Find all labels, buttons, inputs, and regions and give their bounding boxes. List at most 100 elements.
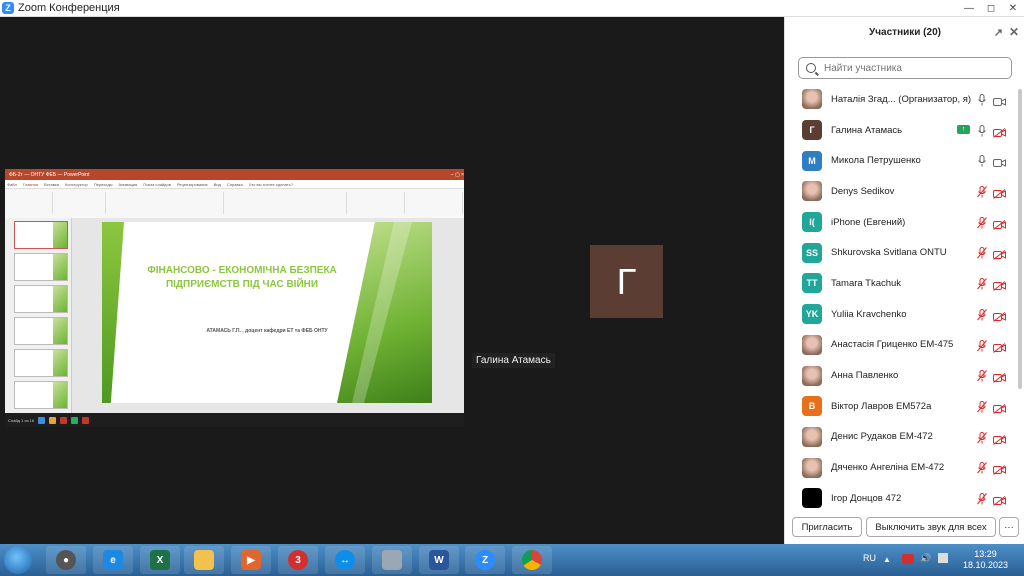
- close-panel-icon[interactable]: ✕: [1009, 25, 1019, 39]
- mic-muted-icon[interactable]: [977, 216, 987, 229]
- taskbar-app-calculator[interactable]: [372, 546, 412, 574]
- camera-off-icon[interactable]: [993, 370, 1006, 384]
- mic-muted-icon[interactable]: [977, 246, 987, 259]
- network-icon[interactable]: [938, 553, 948, 563]
- ppt-tab[interactable]: Конструктор: [65, 182, 88, 187]
- camera-off-icon[interactable]: [993, 432, 1006, 445]
- mic-icon[interactable]: [977, 93, 987, 106]
- participant-row[interactable]: Дяченко Ангеліна ЕМ-472: [785, 452, 1017, 483]
- camera-off-icon[interactable]: [993, 340, 1006, 353]
- camera-off-icon[interactable]: [993, 217, 1006, 230]
- participant-name: Наталія Згад... (Организатор, я): [831, 93, 972, 105]
- participant-row[interactable]: Denys Sedikov: [785, 176, 1017, 207]
- camera-off-icon[interactable]: [993, 278, 1006, 292]
- participant-name: Микола Петрушенко: [831, 155, 921, 167]
- language-indicator[interactable]: RU: [863, 553, 876, 563]
- slide-thumbnail[interactable]: [14, 285, 68, 313]
- participant-name: Денис Рудаков ЕМ-472: [831, 431, 933, 443]
- speaker-avatar-tile[interactable]: Г: [590, 245, 663, 318]
- participant-row[interactable]: Наталія Згад... (Организатор, я): [785, 84, 1017, 115]
- camera-off-icon[interactable]: [993, 401, 1006, 414]
- participant-row[interactable]: SS Shkurovska Svitlana ONTU: [785, 237, 1017, 268]
- ppt-tab[interactable]: Рецензирование: [177, 182, 208, 187]
- participant-row[interactable]: Ігор Донцов 472: [785, 483, 1017, 514]
- taskbar-app-teamviewer[interactable]: ↔: [325, 546, 365, 574]
- ppt-tab[interactable]: Переходы: [94, 182, 113, 187]
- more-options-button[interactable]: ···: [999, 517, 1019, 537]
- invite-button[interactable]: Пригласить: [792, 517, 862, 537]
- slide-thumbnail[interactable]: [14, 221, 68, 249]
- taskbar-app-media[interactable]: ●: [46, 546, 86, 574]
- participant-search[interactable]: [798, 57, 1012, 79]
- taskbar-app-chrome[interactable]: [512, 546, 552, 574]
- slide-thumbnails: [5, 218, 72, 413]
- camera-off-icon[interactable]: [993, 125, 1006, 138]
- participant-row[interactable]: Анна Павленко: [785, 360, 1017, 391]
- participant-avatar: [802, 89, 822, 110]
- pop-out-icon[interactable]: ↗: [994, 26, 1003, 39]
- slide-thumbnail[interactable]: [14, 253, 68, 281]
- taskbar-app-player[interactable]: ▶: [231, 546, 271, 574]
- ppt-tab[interactable]: Что вы хотите сделать?: [249, 182, 293, 187]
- participant-row[interactable]: M Микола Петрушенко: [785, 145, 1017, 176]
- minimize-button[interactable]: —: [958, 0, 980, 16]
- taskbar-app-word[interactable]: W: [419, 546, 459, 574]
- search-input[interactable]: [822, 61, 996, 75]
- camera-off-icon[interactable]: [993, 309, 1006, 322]
- ppt-tab[interactable]: Главная: [23, 182, 38, 187]
- taskbar-app-explorer[interactable]: [184, 546, 224, 574]
- taskbar-app-3[interactable]: 3: [278, 546, 318, 574]
- mic-muted-icon[interactable]: [977, 339, 987, 351]
- camera-off-icon[interactable]: [993, 186, 1006, 199]
- slide-thumbnail[interactable]: [14, 349, 68, 377]
- taskbar-app-excel[interactable]: X: [140, 546, 180, 574]
- participant-avatar: [802, 426, 822, 447]
- tray-expand-icon[interactable]: ▲: [883, 555, 891, 564]
- taskbar-app-ie[interactable]: e: [93, 546, 133, 574]
- participant-row[interactable]: B Віктор Лавров ЕМ572а: [785, 391, 1017, 422]
- system-clock[interactable]: 13:29 18.10.2023: [963, 549, 1008, 571]
- ppt-tab[interactable]: Справка: [227, 182, 243, 187]
- participant-name: Denys Sedikov: [831, 185, 895, 197]
- participant-row[interactable]: Денис Рудаков ЕМ-472: [785, 422, 1017, 453]
- participant-name: Галина Атамась: [831, 124, 903, 136]
- participant-row[interactable]: YK Yuliia Kravchenko: [785, 299, 1017, 330]
- ppt-tab[interactable]: Файл: [7, 182, 17, 187]
- mic-muted-icon[interactable]: [977, 277, 987, 290]
- tray-app-icon[interactable]: [902, 554, 914, 564]
- ppt-tab[interactable]: Анимация: [119, 182, 138, 187]
- mic-muted-icon[interactable]: [977, 461, 987, 474]
- camera-off-icon[interactable]: [993, 462, 1006, 476]
- ppt-tab[interactable]: Вставка: [44, 182, 59, 187]
- list-scrollbar[interactable]: [1018, 89, 1022, 389]
- mic-muted-icon[interactable]: [977, 431, 987, 444]
- participant-row[interactable]: TT Tamara Tkachuk: [785, 268, 1017, 299]
- mic-muted-icon[interactable]: [977, 400, 987, 413]
- slide-thumbnail[interactable]: [14, 317, 68, 345]
- mic-icon[interactable]: [977, 154, 987, 167]
- mic-muted-icon[interactable]: [977, 369, 987, 382]
- camera-icon[interactable]: [993, 155, 1006, 168]
- camera-icon[interactable]: [993, 94, 1006, 106]
- mic-muted-icon[interactable]: [977, 185, 987, 198]
- mute-all-button[interactable]: Выключить звук для всех: [866, 517, 996, 537]
- mic-muted-icon[interactable]: [977, 492, 987, 505]
- participant-row[interactable]: I(iPhone (Евгений): [785, 207, 1017, 238]
- ppt-tab[interactable]: Вид: [214, 182, 221, 187]
- mic-icon[interactable]: [977, 124, 987, 137]
- camera-off-icon[interactable]: [993, 247, 1006, 261]
- ppt-tab[interactable]: Показ слайдов: [143, 182, 171, 187]
- taskbar-app-zoom[interactable]: Z: [465, 546, 505, 574]
- camera-off-icon[interactable]: [993, 493, 1006, 506]
- volume-icon[interactable]: 🔊: [920, 553, 931, 564]
- participant-row[interactable]: Анастасія Гриценко ЕМ-475: [785, 330, 1017, 361]
- close-window-button[interactable]: ✕: [1002, 0, 1024, 16]
- participant-row[interactable]: Г Галина Атамась ↑: [785, 115, 1017, 146]
- slide-thumbnail[interactable]: [14, 381, 68, 409]
- participant-name: Shkurovska Svitlana ONTU: [831, 247, 947, 259]
- mic-muted-icon[interactable]: [977, 308, 987, 321]
- start-button[interactable]: [4, 546, 32, 574]
- maximize-button[interactable]: ◻: [980, 0, 1002, 16]
- participant-avatar: [802, 181, 822, 202]
- teamviewer-icon: ↔: [335, 550, 355, 570]
